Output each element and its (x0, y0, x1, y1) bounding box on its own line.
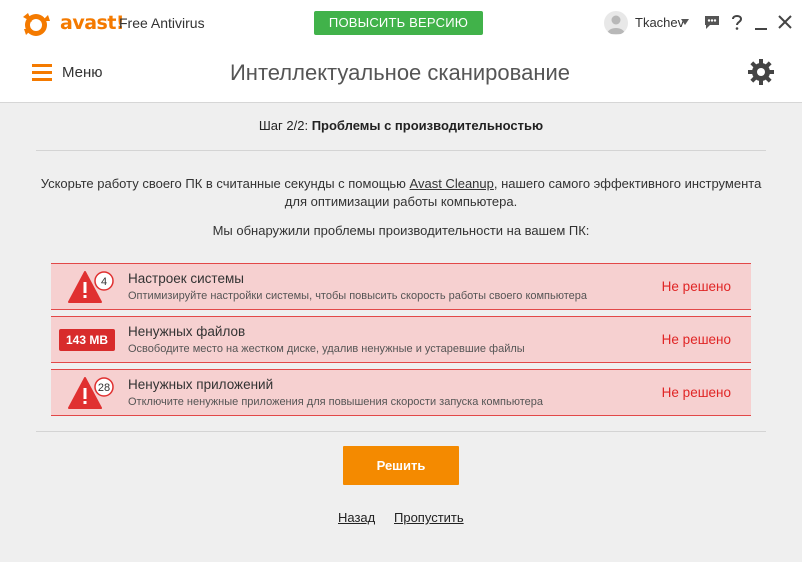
upgrade-button[interactable]: ПОВЫСИТЬ ВЕРСИЮ (314, 11, 483, 35)
warning-icon: 28 (68, 377, 114, 409)
username[interactable]: Tkachev (635, 15, 684, 30)
help-icon[interactable] (728, 13, 746, 31)
issue-row-system-settings: 4 Настроек системы Оптимизируйте настрой… (51, 263, 751, 310)
issue-description: Отключите ненужные приложения для повыше… (128, 396, 543, 408)
menu-label: Меню (62, 64, 103, 81)
gear-icon[interactable] (748, 59, 774, 85)
step-title: Проблемы с производительностью (311, 118, 544, 133)
back-link[interactable]: Назад (338, 510, 375, 525)
page-title: Интеллектуальное сканирование (229, 60, 571, 85)
fix-button[interactable]: Решить (343, 446, 459, 485)
avast-cleanup-link[interactable]: Avast Cleanup (410, 176, 494, 191)
close-icon[interactable] (776, 13, 794, 31)
issue-status: Не решено (661, 385, 731, 400)
avast-logo: avast! (20, 9, 125, 39)
issue-status: Не решено (661, 332, 731, 347)
issue-title: Ненужных файлов (128, 324, 246, 339)
chevron-down-icon[interactable] (681, 19, 689, 25)
divider (36, 150, 766, 151)
warning-icon: 4 (68, 271, 114, 303)
title-bar: avast! Free Antivirus ПОВЫСИТЬ ВЕРСИЮ Tk… (0, 0, 802, 46)
step-heading: Шаг 2/2: Проблемы с производительностью (36, 118, 766, 133)
step-prefix: Шаг 2/2: (258, 118, 309, 133)
intro-text: Ускорьте работу своего ПК в считанные се… (40, 175, 762, 211)
divider (36, 431, 766, 432)
issue-description: Оптимизируйте настройки системы, чтобы п… (128, 290, 588, 302)
chat-icon[interactable] (703, 13, 721, 31)
issue-status: Не решено (661, 279, 731, 294)
menu-button[interactable]: Меню (32, 61, 132, 85)
issue-row-unneeded-apps: 28 Ненужных приложений Отключите ненужны… (51, 369, 751, 416)
issue-title: Ненужных приложений (128, 377, 274, 392)
minimize-icon[interactable] (752, 13, 770, 31)
page-header: Меню Интеллектуальное сканирование (0, 46, 802, 103)
issue-description: Освободите место на жестком диске, удали… (128, 343, 525, 355)
issue-row-junk-files: 143 MB Ненужных файлов Освободите место … (51, 316, 751, 363)
logo-text: avast! (60, 12, 125, 34)
skip-link[interactable]: Пропустить (394, 510, 464, 525)
issue-count-badge: 4 (101, 276, 107, 288)
size-badge: 143 MB (59, 329, 115, 351)
hamburger-icon (32, 64, 52, 81)
user-icon (607, 15, 625, 34)
found-text: Мы обнаружили проблемы производительност… (212, 223, 590, 238)
intro-before: Ускорьте работу своего ПК в считанные се… (40, 176, 410, 191)
avast-orb-icon (23, 13, 50, 36)
product-name: Free Antivirus (119, 15, 205, 31)
issue-count-badge: 28 (98, 382, 110, 394)
issue-title: Настроек системы (128, 271, 244, 286)
avatar[interactable] (604, 11, 628, 35)
